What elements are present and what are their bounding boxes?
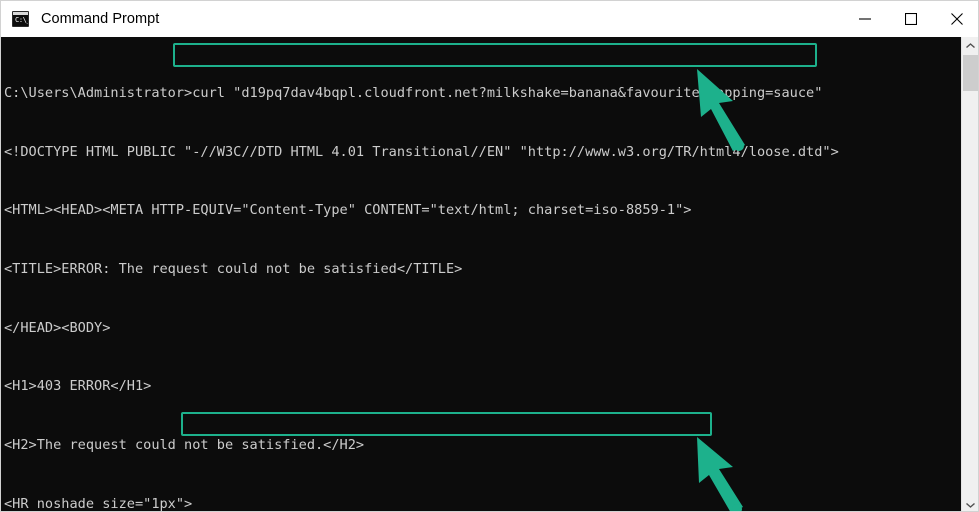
titlebar[interactable]: C:\_ Command Prompt (1, 1, 978, 37)
console-line: <HR noshade size="1px"> (4, 495, 193, 512)
window-title: Command Prompt (41, 10, 160, 27)
window-controls (842, 1, 978, 37)
console-line: C:\Users\Administrator>curl "d19pq7dav4b… (4, 85, 823, 102)
scroll-up-arrow[interactable] (962, 37, 978, 54)
command-prompt-icon: C:\_ (12, 10, 29, 27)
maximize-icon (905, 12, 917, 25)
titlebar-left: C:\_ Command Prompt (1, 10, 842, 27)
close-icon (951, 12, 963, 25)
console-line: </HEAD><BODY> (4, 319, 111, 336)
console-text: C:\Users\Administrator>curl "d19pq7dav4b… (4, 45, 962, 512)
console-line: <HTML><HEAD><META HTTP-EQUIV="Content-Ty… (4, 202, 692, 219)
scroll-down-arrow[interactable] (962, 496, 978, 511)
chevron-up-icon (966, 42, 975, 48)
console-line: <H2>The request could not be satisfied.<… (4, 436, 365, 453)
console-line: <TITLE>ERROR: The request could not be s… (4, 261, 463, 278)
minimize-icon (859, 17, 871, 20)
command-prompt-window: C:\_ Command Prompt C:\Users\Administrat… (0, 0, 979, 512)
close-button[interactable] (934, 1, 978, 37)
vertical-scrollbar[interactable] (961, 37, 978, 511)
console-line: <!DOCTYPE HTML PUBLIC "-//W3C//DTD HTML … (4, 143, 839, 160)
console-line: <H1>403 ERROR</H1> (4, 378, 152, 395)
scroll-thumb[interactable] (963, 55, 978, 91)
chevron-down-icon (966, 502, 975, 508)
console-output-area[interactable]: C:\Users\Administrator>curl "d19pq7dav4b… (1, 37, 978, 512)
minimize-button[interactable] (842, 1, 888, 37)
maximize-button[interactable] (888, 1, 934, 37)
